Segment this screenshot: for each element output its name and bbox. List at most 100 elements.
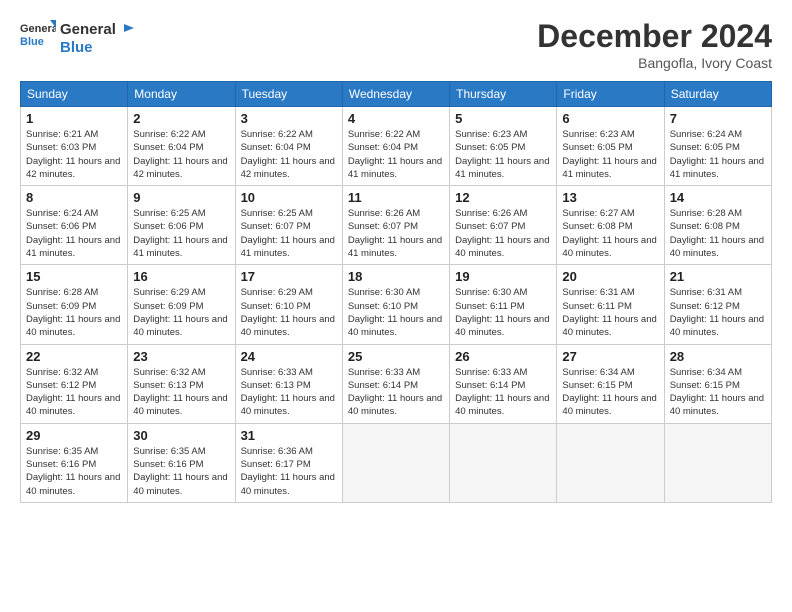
day-info: Sunrise: 6:23 AMSunset: 6:05 PMDaylight:… [455, 128, 551, 181]
logo-flag-icon [122, 23, 136, 37]
day-info: Sunrise: 6:26 AMSunset: 6:07 PMDaylight:… [348, 207, 444, 260]
calendar-week-row: 15 Sunrise: 6:28 AMSunset: 6:09 PMDaylig… [21, 265, 772, 344]
day-info: Sunrise: 6:32 AMSunset: 6:12 PMDaylight:… [26, 366, 122, 419]
svg-text:General: General [20, 23, 56, 35]
table-row [664, 423, 771, 502]
day-number: 13 [562, 190, 658, 205]
table-row [450, 423, 557, 502]
day-number: 21 [670, 269, 766, 284]
day-info: Sunrise: 6:22 AMSunset: 6:04 PMDaylight:… [241, 128, 337, 181]
day-number: 14 [670, 190, 766, 205]
table-row: 29 Sunrise: 6:35 AMSunset: 6:16 PMDaylig… [21, 423, 128, 502]
col-tuesday: Tuesday [235, 82, 342, 107]
table-row: 15 Sunrise: 6:28 AMSunset: 6:09 PMDaylig… [21, 265, 128, 344]
table-row: 6 Sunrise: 6:23 AMSunset: 6:05 PMDayligh… [557, 107, 664, 186]
day-info: Sunrise: 6:33 AMSunset: 6:14 PMDaylight:… [455, 366, 551, 419]
day-info: Sunrise: 6:28 AMSunset: 6:08 PMDaylight:… [670, 207, 766, 260]
day-number: 19 [455, 269, 551, 284]
day-number: 26 [455, 349, 551, 364]
calendar-table: Sunday Monday Tuesday Wednesday Thursday… [20, 81, 772, 503]
day-number: 17 [241, 269, 337, 284]
day-info: Sunrise: 6:24 AMSunset: 6:05 PMDaylight:… [670, 128, 766, 181]
day-number: 22 [26, 349, 122, 364]
table-row: 24 Sunrise: 6:33 AMSunset: 6:13 PMDaylig… [235, 344, 342, 423]
table-row: 14 Sunrise: 6:28 AMSunset: 6:08 PMDaylig… [664, 186, 771, 265]
table-row: 12 Sunrise: 6:26 AMSunset: 6:07 PMDaylig… [450, 186, 557, 265]
day-info: Sunrise: 6:32 AMSunset: 6:13 PMDaylight:… [133, 366, 229, 419]
day-number: 2 [133, 111, 229, 126]
table-row: 18 Sunrise: 6:30 AMSunset: 6:10 PMDaylig… [342, 265, 449, 344]
table-row: 31 Sunrise: 6:36 AMSunset: 6:17 PMDaylig… [235, 423, 342, 502]
day-info: Sunrise: 6:24 AMSunset: 6:06 PMDaylight:… [26, 207, 122, 260]
logo-icon: General Blue [20, 18, 56, 54]
day-info: Sunrise: 6:21 AMSunset: 6:03 PMDaylight:… [26, 128, 122, 181]
calendar-week-row: 29 Sunrise: 6:35 AMSunset: 6:16 PMDaylig… [21, 423, 772, 502]
day-info: Sunrise: 6:30 AMSunset: 6:10 PMDaylight:… [348, 286, 444, 339]
day-info: Sunrise: 6:34 AMSunset: 6:15 PMDaylight:… [670, 366, 766, 419]
logo-general: General [60, 21, 136, 39]
table-row: 17 Sunrise: 6:29 AMSunset: 6:10 PMDaylig… [235, 265, 342, 344]
day-info: Sunrise: 6:31 AMSunset: 6:11 PMDaylight:… [562, 286, 658, 339]
page-container: General Blue General Blue Dece [0, 0, 792, 513]
logo-combined: General Blue [60, 21, 136, 57]
table-row: 4 Sunrise: 6:22 AMSunset: 6:04 PMDayligh… [342, 107, 449, 186]
logo-text: General Blue [20, 18, 60, 59]
day-info: Sunrise: 6:26 AMSunset: 6:07 PMDaylight:… [455, 207, 551, 260]
col-saturday: Saturday [664, 82, 771, 107]
day-number: 10 [241, 190, 337, 205]
calendar-header-row: Sunday Monday Tuesday Wednesday Thursday… [21, 82, 772, 107]
day-number: 11 [348, 190, 444, 205]
table-row: 10 Sunrise: 6:25 AMSunset: 6:07 PMDaylig… [235, 186, 342, 265]
calendar-week-row: 8 Sunrise: 6:24 AMSunset: 6:06 PMDayligh… [21, 186, 772, 265]
day-info: Sunrise: 6:33 AMSunset: 6:13 PMDaylight:… [241, 366, 337, 419]
day-info: Sunrise: 6:29 AMSunset: 6:10 PMDaylight:… [241, 286, 337, 339]
table-row: 8 Sunrise: 6:24 AMSunset: 6:06 PMDayligh… [21, 186, 128, 265]
day-number: 4 [348, 111, 444, 126]
day-number: 1 [26, 111, 122, 126]
col-monday: Monday [128, 82, 235, 107]
table-row: 22 Sunrise: 6:32 AMSunset: 6:12 PMDaylig… [21, 344, 128, 423]
table-row: 23 Sunrise: 6:32 AMSunset: 6:13 PMDaylig… [128, 344, 235, 423]
day-info: Sunrise: 6:28 AMSunset: 6:09 PMDaylight:… [26, 286, 122, 339]
day-number: 24 [241, 349, 337, 364]
day-info: Sunrise: 6:34 AMSunset: 6:15 PMDaylight:… [562, 366, 658, 419]
day-number: 5 [455, 111, 551, 126]
day-number: 16 [133, 269, 229, 284]
logo-blue: Blue [60, 39, 136, 57]
table-row: 26 Sunrise: 6:33 AMSunset: 6:14 PMDaylig… [450, 344, 557, 423]
table-row: 25 Sunrise: 6:33 AMSunset: 6:14 PMDaylig… [342, 344, 449, 423]
day-number: 23 [133, 349, 229, 364]
table-row: 20 Sunrise: 6:31 AMSunset: 6:11 PMDaylig… [557, 265, 664, 344]
day-number: 12 [455, 190, 551, 205]
day-number: 9 [133, 190, 229, 205]
day-info: Sunrise: 6:27 AMSunset: 6:08 PMDaylight:… [562, 207, 658, 260]
day-number: 25 [348, 349, 444, 364]
table-row: 27 Sunrise: 6:34 AMSunset: 6:15 PMDaylig… [557, 344, 664, 423]
col-sunday: Sunday [21, 82, 128, 107]
svg-text:Blue: Blue [20, 36, 44, 48]
table-row [557, 423, 664, 502]
day-info: Sunrise: 6:23 AMSunset: 6:05 PMDaylight:… [562, 128, 658, 181]
day-number: 15 [26, 269, 122, 284]
day-number: 7 [670, 111, 766, 126]
table-row: 2 Sunrise: 6:22 AMSunset: 6:04 PMDayligh… [128, 107, 235, 186]
day-number: 29 [26, 428, 122, 443]
day-number: 28 [670, 349, 766, 364]
table-row: 21 Sunrise: 6:31 AMSunset: 6:12 PMDaylig… [664, 265, 771, 344]
col-wednesday: Wednesday [342, 82, 449, 107]
day-info: Sunrise: 6:29 AMSunset: 6:09 PMDaylight:… [133, 286, 229, 339]
table-row: 11 Sunrise: 6:26 AMSunset: 6:07 PMDaylig… [342, 186, 449, 265]
day-number: 18 [348, 269, 444, 284]
location: Bangofla, Ivory Coast [537, 55, 772, 71]
table-row: 9 Sunrise: 6:25 AMSunset: 6:06 PMDayligh… [128, 186, 235, 265]
day-info: Sunrise: 6:30 AMSunset: 6:11 PMDaylight:… [455, 286, 551, 339]
table-row: 28 Sunrise: 6:34 AMSunset: 6:15 PMDaylig… [664, 344, 771, 423]
day-info: Sunrise: 6:22 AMSunset: 6:04 PMDaylight:… [348, 128, 444, 181]
table-row: 3 Sunrise: 6:22 AMSunset: 6:04 PMDayligh… [235, 107, 342, 186]
month-title: December 2024 [537, 18, 772, 55]
calendar-week-row: 22 Sunrise: 6:32 AMSunset: 6:12 PMDaylig… [21, 344, 772, 423]
table-row [342, 423, 449, 502]
day-number: 31 [241, 428, 337, 443]
table-row: 30 Sunrise: 6:35 AMSunset: 6:16 PMDaylig… [128, 423, 235, 502]
header: General Blue General Blue Dece [20, 18, 772, 71]
